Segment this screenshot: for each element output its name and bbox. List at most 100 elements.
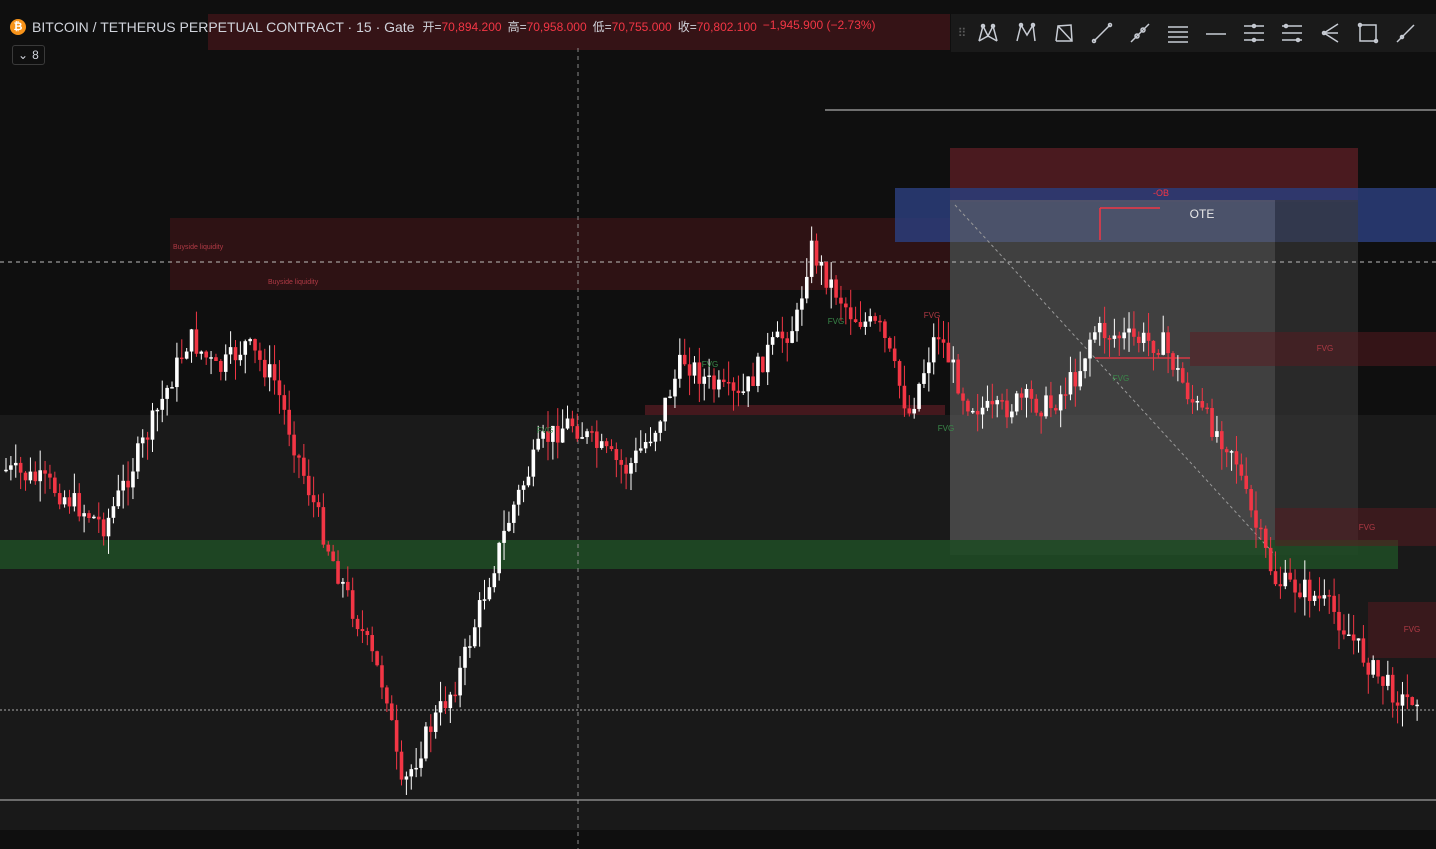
candle-body — [512, 504, 516, 523]
candle-body — [1107, 338, 1112, 340]
candle-body — [585, 431, 589, 438]
candle-body — [292, 434, 296, 456]
candle-body — [927, 362, 931, 374]
candle-body — [668, 396, 672, 398]
candle-body — [487, 587, 492, 600]
fvg-label: FVG — [828, 317, 844, 326]
range-zone-lower — [0, 545, 1436, 830]
candle-body — [287, 409, 291, 435]
candle-body — [941, 339, 946, 343]
candle-body — [1268, 547, 1273, 572]
candle-body — [492, 573, 497, 588]
candle-body — [302, 457, 306, 476]
candle-body — [995, 400, 999, 405]
grip-icon[interactable]: ⠿ — [955, 21, 969, 45]
symbol-title[interactable]: BITCOIN / TETHERUS PERPETUAL CONTRACT · … — [32, 19, 414, 35]
candle-body — [4, 469, 8, 472]
candle-body — [673, 378, 677, 397]
candle-body — [1161, 332, 1166, 355]
drawing-toolbar: ⠿ — [951, 14, 1436, 52]
candle-body — [648, 441, 653, 444]
candle-body — [702, 376, 707, 384]
candle-body — [883, 321, 887, 338]
fvg-label: FVG — [537, 426, 553, 435]
candle-body — [385, 687, 389, 704]
candle-body — [1063, 394, 1068, 396]
candle-body — [380, 665, 384, 688]
candle-body — [1210, 408, 1214, 437]
ray-icon[interactable] — [1121, 14, 1159, 52]
candle-body — [1024, 388, 1029, 398]
candle-body — [1361, 638, 1366, 663]
candle-body — [1044, 395, 1048, 417]
candle-body — [1307, 579, 1312, 601]
indicator-count: 8 — [32, 48, 39, 62]
candle-body — [707, 375, 711, 377]
candle-body — [1083, 358, 1087, 372]
candle-body — [731, 382, 736, 391]
candle-body — [653, 432, 658, 442]
candle-body — [72, 493, 77, 507]
rectangle-icon[interactable] — [1349, 14, 1387, 52]
candle-body — [873, 316, 877, 321]
fvg-zone — [1368, 602, 1436, 658]
candle-body — [526, 476, 531, 486]
brush-icon[interactable] — [1387, 14, 1425, 52]
candle-body — [1371, 660, 1375, 675]
candle-body — [1137, 336, 1141, 343]
candle-body — [1390, 674, 1395, 703]
candle-body — [1156, 352, 1161, 355]
candle-body — [1176, 368, 1180, 370]
candle-body — [839, 297, 843, 304]
candle-body — [170, 387, 174, 389]
xabcd-pattern-icon[interactable] — [969, 14, 1007, 52]
candle-body — [629, 463, 633, 474]
candle-body — [1171, 353, 1175, 370]
candle-body — [746, 376, 750, 392]
fvg-label: FVG — [938, 424, 954, 433]
pitchfork-icon[interactable] — [1273, 14, 1311, 52]
candle-body — [419, 758, 423, 768]
candle-body — [1249, 489, 1253, 511]
close-key: 收= — [677, 20, 697, 34]
candle-body — [663, 397, 667, 422]
candle-body — [956, 359, 960, 394]
candle-body — [1386, 674, 1390, 686]
candle-body — [717, 379, 721, 390]
candlestick-chart[interactable]: OTE -OB Buyside liquidity Buyside liquidity… — [0, 0, 1436, 849]
horizontal-lines-icon[interactable] — [1159, 14, 1197, 52]
horizontal-line-icon[interactable] — [1197, 14, 1235, 52]
candle-body — [1283, 572, 1288, 587]
candle-body — [9, 465, 13, 470]
cypher-pattern-icon[interactable] — [1007, 14, 1045, 52]
candle-body — [609, 446, 614, 450]
indicators-collapse-button[interactable]: ⌄ 8 — [12, 45, 45, 65]
candle-body — [429, 726, 433, 732]
candle-body — [92, 516, 96, 519]
candle-body — [165, 387, 169, 399]
candle-body — [179, 357, 184, 360]
fvg-zone — [1190, 332, 1436, 366]
candle-body — [829, 279, 833, 288]
candle-body — [116, 490, 121, 507]
candle-body — [23, 472, 28, 481]
candle-body — [624, 464, 628, 474]
candle-body — [1088, 339, 1092, 359]
change-value: −1,945.900 (−2.73%) — [762, 18, 876, 32]
trend-line-icon[interactable] — [1083, 14, 1121, 52]
candle-body — [448, 694, 453, 709]
candle-body — [1327, 595, 1332, 597]
candle-body — [121, 480, 125, 491]
candle-body — [780, 331, 785, 339]
fib-retracement-icon[interactable] — [1311, 14, 1349, 52]
candle-body — [272, 364, 277, 381]
parallel-channel-icon[interactable] — [1235, 14, 1273, 52]
candle-body — [951, 359, 956, 363]
candle-body — [48, 473, 52, 478]
candle-body — [214, 357, 218, 361]
candle-body — [790, 331, 794, 343]
candle-body — [126, 480, 130, 488]
open-key: 开= — [422, 20, 442, 34]
ob-label: -OB — [1153, 188, 1169, 198]
abcd-pattern-icon[interactable] — [1045, 14, 1083, 52]
